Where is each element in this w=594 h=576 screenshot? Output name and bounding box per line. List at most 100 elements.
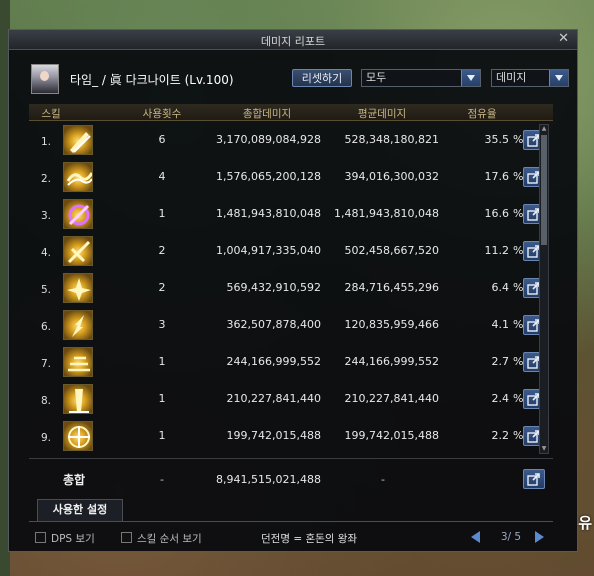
row-count: 6 xyxy=(158,133,166,146)
row-total-damage: 210,227,841,440 xyxy=(226,392,321,405)
metric-filter-value: 데미지 xyxy=(496,71,527,84)
row-share: 17.6 xyxy=(484,170,510,183)
row-avg-damage: 394,016,300,032 xyxy=(344,170,439,183)
row-total-damage: 199,742,015,488 xyxy=(226,429,321,442)
table-row: 3. 1 1,481,943,810,048 1,481,943,810,048 16.… xyxy=(29,196,553,233)
summary-total: 8,941,515,021,488 xyxy=(216,473,321,486)
summary-count: - xyxy=(160,473,164,486)
tab-bar: 사용한 설정 xyxy=(29,499,553,522)
scroll-thumb[interactable] xyxy=(541,135,547,245)
report-header: 타임_ / 眞 다크나이트 (Lv.100) 리셋하기 모두 데미지 xyxy=(29,64,569,94)
row-avg-damage: 120,835,959,466 xyxy=(344,318,439,331)
row-share-sign: % xyxy=(513,133,524,146)
row-count: 2 xyxy=(158,281,166,294)
row-total-damage: 1,004,917,335,040 xyxy=(216,244,321,257)
row-total-damage: 362,507,878,400 xyxy=(226,318,321,331)
target-filter-select[interactable]: 모두 xyxy=(361,69,481,87)
row-share-sign: % xyxy=(513,244,524,257)
table-header: 스킬 사용횟수 총합데미지 평균데미지 점유율 xyxy=(29,104,553,121)
row-rank: 2. xyxy=(41,173,52,185)
row-rank: 4. xyxy=(41,247,52,259)
reset-button[interactable]: 리셋하기 xyxy=(292,69,352,87)
row-rank: 6. xyxy=(41,321,52,333)
footer-bar: DPS 보기 스킬 순서 보기 던전명 = 혼돈의 왕좌 3/ 5 xyxy=(29,530,569,548)
row-count: 3 xyxy=(158,318,166,331)
skill-damage-table: 스킬 사용횟수 총합데미지 평균데미지 점유율 1. 6 3,170,089,084… xyxy=(29,104,553,478)
row-rank: 9. xyxy=(41,432,52,444)
scroll-up-icon[interactable]: ▲ xyxy=(541,126,547,132)
page-indicator: 3/ 5 xyxy=(500,531,522,543)
next-page-icon[interactable] xyxy=(535,531,544,543)
prev-page-icon[interactable] xyxy=(471,531,480,543)
title-bar[interactable]: 데미지 리포트 ✕ xyxy=(9,30,577,50)
table-scrollbar[interactable]: ▲ ▼ xyxy=(539,124,549,454)
row-rank: 1. xyxy=(41,136,52,148)
skill-wave-icon xyxy=(63,162,93,192)
table-row: 5. 2 569,432,910,592 284,716,455,296 6.4% xyxy=(29,270,553,307)
row-avg-damage: 199,742,015,488 xyxy=(344,429,439,442)
row-share: 35.5 xyxy=(484,133,510,146)
table-row: 2. 4 1,576,065,200,128 394,016,300,032 17.6% xyxy=(29,159,553,196)
row-avg-damage: 502,458,667,520 xyxy=(344,244,439,257)
row-share: 6.4 xyxy=(491,281,510,294)
summary-share-button[interactable] xyxy=(523,469,545,489)
skill-order-checkbox[interactable] xyxy=(121,532,132,543)
row-rank: 3. xyxy=(41,210,52,222)
row-avg-damage: 528,348,180,821 xyxy=(344,133,439,146)
skill-order-label: 스킬 순서 보기 xyxy=(137,533,202,545)
row-count: 4 xyxy=(158,170,166,183)
column-header-share: 점유율 xyxy=(467,108,497,120)
metric-filter-select[interactable]: 데미지 xyxy=(491,69,569,87)
share-icon xyxy=(527,473,540,486)
background-text: 유 xyxy=(578,514,592,532)
skill-slash-icon xyxy=(63,125,93,155)
dungeon-name: 던전명 = 혼돈의 왕좌 xyxy=(261,533,358,545)
row-share-sign: % xyxy=(513,318,524,331)
summary-avg: - xyxy=(381,473,385,486)
row-count: 1 xyxy=(158,429,166,442)
scroll-down-icon[interactable]: ▼ xyxy=(541,446,547,452)
row-share: 11.2 xyxy=(484,244,510,257)
dps-view-label: DPS 보기 xyxy=(51,533,95,545)
row-share-sign: % xyxy=(513,355,524,368)
table-row: 4. 2 1,004,917,335,040 502,458,667,520 11.2% xyxy=(29,233,553,270)
chevron-down-icon[interactable] xyxy=(461,70,480,86)
skill-vortex-icon xyxy=(63,199,93,229)
table-row: 6. 3 362,507,878,400 120,835,959,466 4.1% xyxy=(29,307,553,344)
close-icon[interactable]: ✕ xyxy=(558,31,569,46)
row-avg-damage: 244,166,999,552 xyxy=(344,355,439,368)
row-rank: 8. xyxy=(41,395,52,407)
summary-label: 총합 xyxy=(63,473,86,487)
column-header-avg: 평균데미지 xyxy=(357,108,407,120)
row-count: 1 xyxy=(158,355,166,368)
skill-cross-slash-icon xyxy=(63,236,93,266)
row-total-damage: 3,170,089,084,928 xyxy=(216,133,321,146)
row-total-damage: 1,576,065,200,128 xyxy=(216,170,321,183)
table-row: 7. 1 244,166,999,552 244,166,999,552 2.7% xyxy=(29,344,553,381)
table-row: 8. 1 210,227,841,440 210,227,841,440 2.4% xyxy=(29,381,553,418)
row-share-sign: % xyxy=(513,281,524,294)
character-avatar xyxy=(31,64,59,94)
row-avg-damage: 1,481,943,810,048 xyxy=(334,207,439,220)
row-share-sign: % xyxy=(513,429,524,442)
row-share-sign: % xyxy=(513,170,524,183)
row-rank: 7. xyxy=(41,358,52,370)
tab-used-settings[interactable]: 사용한 설정 xyxy=(37,499,123,521)
column-header-total: 총합데미지 xyxy=(242,108,292,120)
skill-pillar-icon xyxy=(63,384,93,414)
chevron-down-icon[interactable] xyxy=(549,70,568,86)
row-count: 1 xyxy=(158,392,166,405)
row-avg-damage: 284,716,455,296 xyxy=(344,281,439,294)
column-header-count: 사용횟수 xyxy=(142,108,182,120)
damage-report-window: 데미지 리포트 ✕ 타임_ / 眞 다크나이트 (Lv.100) 리셋하기 모두… xyxy=(8,29,578,552)
row-total-damage: 244,166,999,552 xyxy=(226,355,321,368)
dps-view-checkbox[interactable] xyxy=(35,532,46,543)
target-filter-value: 모두 xyxy=(366,71,387,84)
summary-row: 총합 - 8,941,515,021,488 - xyxy=(29,458,553,495)
skill-strike-icon xyxy=(63,310,93,340)
skill-burst-icon xyxy=(63,273,93,303)
row-share: 2.2 xyxy=(491,429,510,442)
skill-dash-icon xyxy=(63,347,93,377)
table-row: 9. 1 199,742,015,488 199,742,015,488 2.2% xyxy=(29,418,553,455)
column-header-skill: 스킬 xyxy=(41,108,61,120)
